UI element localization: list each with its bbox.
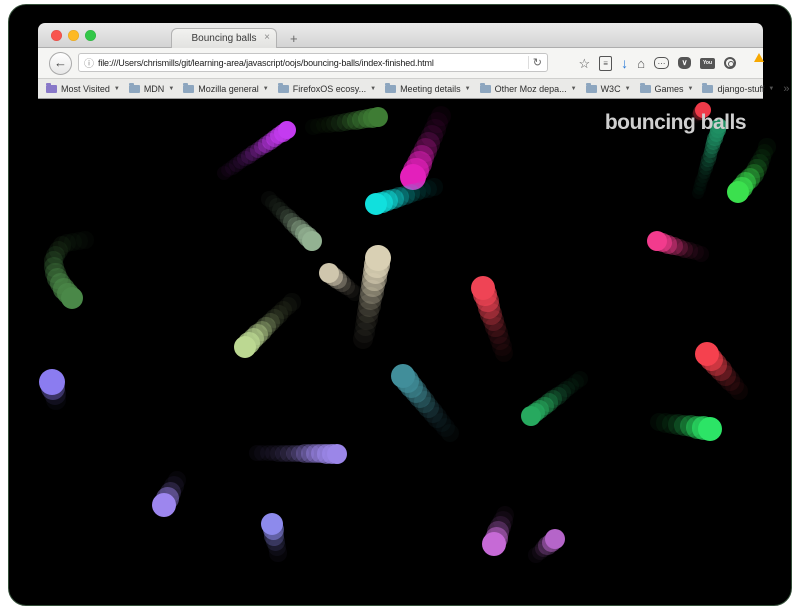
ball <box>545 529 565 549</box>
bookmark-label: MDN <box>144 84 165 94</box>
chevron-down-icon: ▼ <box>688 86 694 92</box>
tab-bouncing-balls[interactable]: Bouncing balls × <box>171 28 277 48</box>
bookmark-games[interactable]: Games ▼ <box>640 84 694 94</box>
bookmark-label: FirefoxOS ecosy... <box>293 84 366 94</box>
folder-icon <box>586 85 597 93</box>
tab-title: Bouncing balls <box>191 33 256 44</box>
demo-page-frame: bouncing balls Bouncing balls × + ← ⓘ fi… <box>8 4 792 606</box>
toolbar-icons: ☆ ≡ ↓ ⌂ ⋯ ∨ You <box>578 48 759 78</box>
ball <box>471 276 495 300</box>
ball <box>365 245 391 271</box>
ball <box>278 121 296 139</box>
ball <box>391 364 415 388</box>
ball <box>647 231 667 251</box>
minimize-window-button[interactable] <box>68 30 79 41</box>
ball <box>521 406 541 426</box>
folder-icon <box>480 85 491 93</box>
chevron-down-icon: ▼ <box>370 86 376 92</box>
ball <box>39 369 65 395</box>
bookmark-meeting-details[interactable]: Meeting details ▼ <box>385 84 471 94</box>
ball <box>727 181 749 203</box>
ball <box>61 287 83 309</box>
tab-close-icon[interactable]: × <box>264 32 270 44</box>
ball <box>698 417 722 441</box>
reading-list-icon[interactable]: ≡ <box>599 56 612 71</box>
info-icon[interactable]: ⓘ <box>84 55 94 70</box>
folder-icon <box>183 85 194 93</box>
close-window-button[interactable] <box>51 30 62 41</box>
url-bar[interactable]: ⓘ file:///Users/chrismills/git/learning-… <box>78 53 548 72</box>
folder-icon <box>129 85 140 93</box>
folder-icon <box>640 85 651 93</box>
chevron-down-icon: ▼ <box>768 86 774 92</box>
folder-icon <box>702 85 713 93</box>
browser-window: Bouncing balls × + ← ⓘ file:///Users/chr… <box>38 23 763 98</box>
chevron-down-icon: ▼ <box>625 86 631 92</box>
ball <box>261 513 283 535</box>
bookmark-label: Other Moz depa... <box>495 84 567 94</box>
bookmark-label: Meeting details <box>400 84 461 94</box>
chevron-down-icon: ▼ <box>465 86 471 92</box>
ball <box>482 532 506 556</box>
urlbar-divider <box>528 56 529 69</box>
ball <box>365 193 387 215</box>
titlebar: Bouncing balls × + <box>38 23 763 48</box>
fingerprint-icon[interactable] <box>724 57 736 69</box>
navigation-toolbar: ← ⓘ file:///Users/chrismills/git/learnin… <box>38 48 763 79</box>
bookmarks-bar: Most Visited▼MDN▼Mozilla general▼Firefox… <box>38 79 763 99</box>
menu-icon[interactable] <box>745 58 759 69</box>
reload-icon[interactable]: ↻ <box>533 56 542 69</box>
bookmark-django-stuff[interactable]: django-stuff ▼ <box>702 84 774 94</box>
ball <box>152 493 176 517</box>
bookmark-most-visited[interactable]: Most Visited ▼ <box>46 84 120 94</box>
ball <box>234 336 256 358</box>
folder-icon <box>385 85 396 93</box>
bookmark-star-icon[interactable]: ☆ <box>578 57 590 70</box>
bookmark-other-moz-depa[interactable]: Other Moz depa... ▼ <box>480 84 577 94</box>
bookmark-mozilla-general[interactable]: Mozilla general ▼ <box>183 84 268 94</box>
zoom-window-button[interactable] <box>85 30 96 41</box>
ball <box>368 107 388 127</box>
ball <box>302 231 322 251</box>
ball <box>319 263 339 283</box>
bookmark-label: Most Visited <box>61 84 110 94</box>
chevron-down-icon: ▼ <box>263 86 269 92</box>
bookmark-firefoxos-ecosy[interactable]: FirefoxOS ecosy... ▼ <box>278 84 376 94</box>
feedback-icon[interactable]: ⋯ <box>654 57 669 69</box>
folder-icon <box>46 85 57 93</box>
warning-badge <box>754 53 764 62</box>
ball <box>695 342 719 366</box>
bookmark-w3c[interactable]: W3C ▼ <box>586 84 631 94</box>
bookmark-label: W3C <box>601 84 621 94</box>
new-tab-button[interactable]: + <box>290 31 298 46</box>
youtube-icon[interactable]: You <box>700 58 715 69</box>
chevron-down-icon: ▼ <box>168 86 174 92</box>
home-icon[interactable]: ⌂ <box>637 57 645 70</box>
bookmark-label: Mozilla general <box>198 84 259 94</box>
ball <box>327 444 347 464</box>
bookmark-label: django-stuff <box>717 84 764 94</box>
back-button[interactable]: ← <box>49 52 72 75</box>
download-icon[interactable]: ↓ <box>621 56 628 70</box>
pocket-icon[interactable]: ∨ <box>678 57 691 69</box>
chevron-down-icon: ▼ <box>571 86 577 92</box>
bookmark-label: Games <box>655 84 684 94</box>
bookmarks-overflow-chevron[interactable]: » <box>783 83 789 95</box>
folder-icon <box>278 85 289 93</box>
url-text: file:///Users/chrismills/git/learning-ar… <box>98 58 524 68</box>
bookmark-mdn[interactable]: MDN▼ <box>129 84 174 94</box>
page-title: bouncing balls <box>605 111 746 135</box>
chevron-down-icon: ▼ <box>114 86 120 92</box>
